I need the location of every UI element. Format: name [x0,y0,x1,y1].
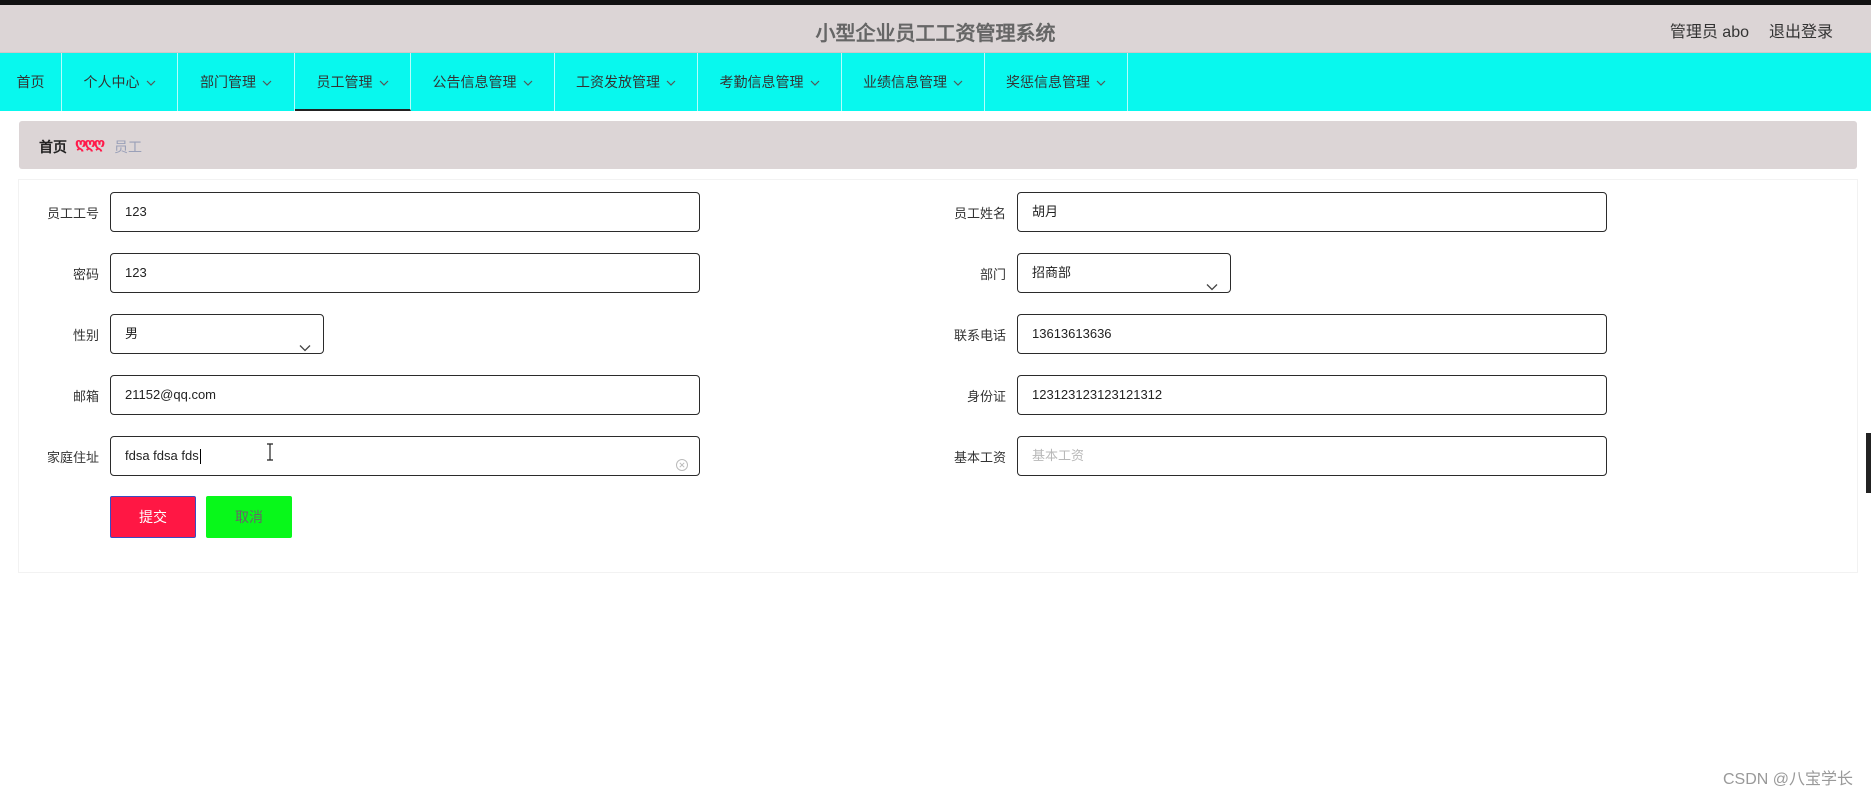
nav-item-performance[interactable]: 业绩信息管理 [842,53,985,111]
email-label: 邮箱 [72,389,99,404]
top-nav: 首页 个人中心 部门管理 员工管理 公告信息管理 工资发放管理 考勤信息管理 业… [0,53,1871,111]
current-user: 管理员 abo [1669,24,1749,41]
scrollbar-thumb[interactable] [1866,433,1871,493]
nav-item-announcement[interactable]: 公告信息管理 [411,53,555,111]
nav-item-label: 部门管理 [200,74,256,90]
address-label: 家庭住址 [46,450,99,465]
chevron-down-icon [262,80,272,87]
nav-item-label: 奖惩信息管理 [1006,74,1090,90]
breadcrumb-separator: ღღღ [75,135,105,151]
nav-item-attendance[interactable]: 考勤信息管理 [698,53,842,111]
submit-button[interactable]: 提交 [110,496,196,538]
breadcrumb-current: 员工 [114,139,142,155]
gender-select[interactable]: 男 [110,314,324,354]
nav-item-label: 工资发放管理 [576,74,660,90]
base-salary-label: 基本工资 [953,450,1006,465]
chevron-down-icon [666,80,676,87]
employee-name-label: 员工姓名 [953,206,1006,221]
app-header: 小型企业员工工资管理系统 管理员 abo 退出登录 [0,5,1871,53]
department-label: 部门 [979,267,1006,282]
address-field[interactable]: fdsa fdsa fds [110,436,700,476]
clear-icon[interactable] [675,449,689,487]
chevron-down-icon [1206,268,1218,306]
nav-item-department[interactable]: 部门管理 [178,53,295,111]
employee-no-label: 员工工号 [46,206,99,221]
id-card-label: 身份证 [966,389,1006,404]
password-field[interactable]: 123 [110,253,700,293]
base-salary-field[interactable]: 基本工资 [1017,436,1607,476]
nav-item-label: 个人中心 [83,74,140,90]
chevron-down-icon [379,80,389,87]
id-card-field[interactable]: 123123123123121312 [1017,375,1607,415]
nav-item-label: 业绩信息管理 [863,74,947,90]
chevron-down-icon [953,80,963,87]
nav-item-label: 员工管理 [316,74,373,90]
gender-label: 性别 [72,328,99,343]
phone-label: 联系电话 [953,328,1006,343]
gender-select-value: 男 [125,326,139,341]
employee-name-field[interactable]: 胡月 [1017,192,1607,232]
nav-item-salary[interactable]: 工资发放管理 [555,53,698,111]
nav-item-label: 首页 [16,74,45,90]
employee-no-field[interactable]: 123 [110,192,700,232]
department-select[interactable]: 招商部 [1017,253,1231,293]
employee-form: 员工工号 123 员工姓名 胡月 密码 123 部门 招商部 性别 男 联系电话… [19,180,1857,572]
mouse-ibeam-cursor-icon [265,443,275,466]
logout-link[interactable]: 退出登录 [1769,18,1833,42]
chevron-down-icon [523,80,533,87]
chevron-down-icon [146,80,156,87]
chevron-down-icon [299,329,311,367]
watermark: CSDN @八宝学长 [1722,771,1853,788]
nav-item-home[interactable]: 首页 [0,53,62,111]
nav-item-label: 公告信息管理 [432,74,517,90]
breadcrumb-home[interactable]: 首页 [39,137,67,157]
department-select-value: 招商部 [1032,265,1072,280]
nav-item-reward-punishment[interactable]: 奖惩信息管理 [985,53,1128,111]
nav-item-label: 考勤信息管理 [719,74,804,90]
cancel-button[interactable]: 取消 [206,496,292,538]
chevron-down-icon [810,80,820,87]
breadcrumb: 首页 ღღღ 员工 [19,121,1857,169]
nav-item-personal-center[interactable]: 个人中心 [62,53,178,111]
chevron-down-icon [1096,80,1106,87]
app-title: 小型企业员工工资管理系统 [815,23,1056,45]
phone-field[interactable]: 13613613636 [1017,314,1607,354]
email-field[interactable]: 21152@qq.com [110,375,700,415]
address-field-value: fdsa fdsa fds [125,448,199,463]
password-label: 密码 [72,267,99,282]
nav-item-employee[interactable]: 员工管理 [295,53,411,111]
text-caret [199,449,201,465]
